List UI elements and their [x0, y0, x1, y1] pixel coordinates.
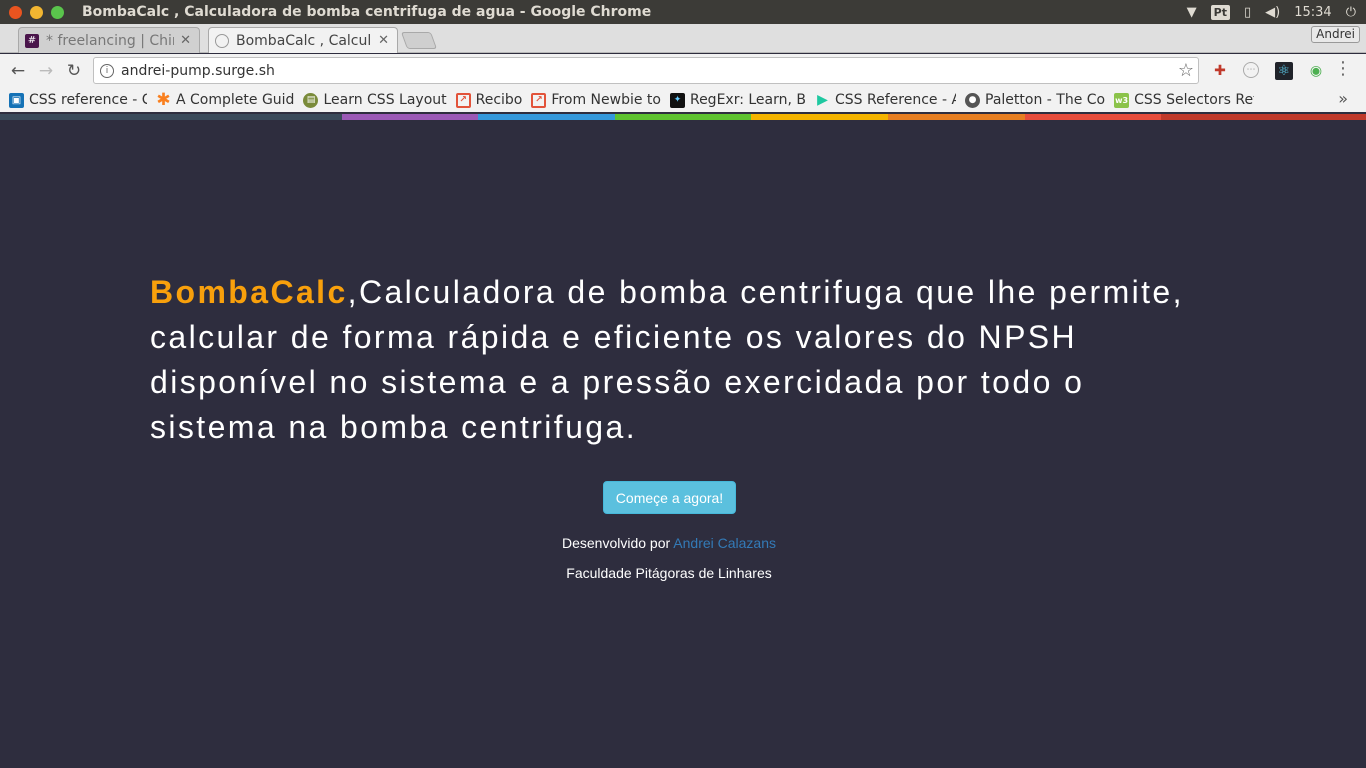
- developer-credit-prefix: Desenvolvido por: [561, 535, 671, 551]
- reload-icon[interactable]: ↻: [63, 60, 85, 82]
- bookmark-item[interactable]: ↗ Recibo: [455, 92, 523, 108]
- layout-icon: ▤: [303, 92, 319, 108]
- close-window-button[interactable]: [9, 5, 22, 19]
- bookmark-item[interactable]: ✦ RegExr: Learn, B: [669, 92, 807, 108]
- volume-icon[interactable]: ◀): [1265, 5, 1280, 20]
- tab-freelancing[interactable]: # * freelancing | Chin ✕: [18, 27, 200, 53]
- paletton-icon: ●: [965, 92, 981, 108]
- bookmark-label: RegExr: Learn, B: [689, 92, 807, 108]
- info-icon[interactable]: i: [100, 63, 114, 78]
- forward-arrow-icon[interactable]: →: [35, 60, 57, 82]
- bookmark-item[interactable]: ▤ Learn CSS Layout: [303, 92, 447, 108]
- globe-icon: [215, 33, 229, 48]
- window-controls: [9, 5, 64, 19]
- bookmarks-overflow-icon[interactable]: »: [1338, 89, 1348, 108]
- profile-button[interactable]: Andrei: [1311, 26, 1360, 43]
- developer-credit: Desenvolvido por Andrei Calazans: [0, 535, 1338, 551]
- react-devtools-icon[interactable]: ⚛: [1275, 62, 1293, 80]
- bookmark-item[interactable]: ● Paletton - The Co: [965, 92, 1105, 108]
- bookmark-label: From Newbie to: [551, 92, 661, 108]
- recibo-icon: ↗: [455, 92, 471, 108]
- hero-text: BombaCalc,Calculadora de bomba centrifug…: [150, 270, 1210, 450]
- extension-colorful-icon[interactable]: ◉: [1307, 62, 1325, 80]
- extension-cross-icon[interactable]: ✚: [1211, 62, 1229, 80]
- bookmark-item[interactable]: ▣ CSS reference - C: [9, 92, 147, 108]
- slack-hash-icon: #: [25, 33, 39, 48]
- url-text[interactable]: andrei-pump.surge.sh: [121, 63, 275, 79]
- bookmark-label: Paletton - The Co: [985, 92, 1106, 108]
- bookmark-label: CSS Reference - A: [835, 92, 957, 108]
- start-now-button[interactable]: Começe a agora!: [603, 481, 736, 514]
- institution-name: Faculdade Pitágoras de Linhares: [566, 565, 772, 581]
- close-tab-icon[interactable]: ✕: [378, 33, 389, 48]
- os-title-bar: BombaCalc , Calculadora de bomba centrif…: [0, 0, 1366, 24]
- bookmark-label: CSS Selectors Ref: [1134, 92, 1255, 108]
- browser-toolbar: ← → ↻ i andrei-pump.surge.sh ☆ ✚ ⋯ ⚛ ◉ ⋮: [0, 54, 1366, 88]
- keyboard-layout-indicator[interactable]: Pt: [1210, 4, 1230, 20]
- bookmarks-bar: ▣ CSS reference - C ✱ A Complete Guid ▤ …: [0, 88, 1366, 112]
- bookmark-star-icon[interactable]: ☆: [1178, 60, 1194, 81]
- bookmark-label: A Complete Guid: [176, 92, 295, 108]
- bookmark-item[interactable]: w3 CSS Selectors Ref: [1114, 92, 1254, 108]
- minimize-window-button[interactable]: [30, 5, 43, 19]
- bookmark-label: Learn CSS Layout: [323, 92, 447, 108]
- new-tab-button[interactable]: [400, 32, 438, 49]
- maximize-window-button[interactable]: [51, 5, 64, 19]
- page-content: BombaCalc,Calculadora de bomba centrifug…: [0, 120, 1366, 768]
- power-icon[interactable]: ⏻: [1346, 5, 1356, 20]
- asterisk-icon: ✱: [156, 92, 171, 108]
- mouse-icon[interactable]: ▯: [1244, 5, 1251, 20]
- tab-title: BombaCalc , Calcul: [236, 32, 372, 49]
- back-arrow-icon[interactable]: ←: [7, 60, 29, 82]
- bookmark-label: CSS reference - C: [29, 92, 147, 108]
- bookmark-item[interactable]: ▶ CSS Reference - A: [815, 92, 956, 108]
- brand-name: BombaCalc: [150, 274, 348, 310]
- bookmark-item[interactable]: ✱ A Complete Guid: [156, 92, 294, 108]
- address-bar[interactable]: i andrei-pump.surge.sh ☆: [93, 57, 1199, 84]
- developer-link[interactable]: Andrei Calazans: [673, 535, 776, 551]
- clock[interactable]: 15:34: [1294, 5, 1331, 20]
- extension-circle-icon[interactable]: ⋯: [1243, 62, 1259, 78]
- bookmark-item[interactable]: ↗ From Newbie to: [531, 92, 661, 108]
- system-tray: ▼ Pt ▯ ◀) 15:34 ⏻: [1187, 0, 1356, 24]
- chrome-menu-icon[interactable]: ⋮: [1334, 60, 1352, 78]
- recibo-icon: ↗: [531, 92, 547, 108]
- close-tab-icon[interactable]: ✕: [180, 33, 191, 48]
- tab-title: * freelancing | Chin: [46, 32, 175, 49]
- window-title: BombaCalc , Calculadora de bomba centrif…: [82, 4, 652, 20]
- css-book-icon: ▣: [9, 92, 24, 108]
- regexr-icon: ✦: [669, 92, 685, 108]
- bookmark-label: Recibo: [475, 92, 523, 108]
- w3-icon: w3: [1114, 92, 1130, 108]
- wifi-icon[interactable]: ▼: [1187, 5, 1197, 20]
- tab-strip: # * freelancing | Chin ✕ BombaCalc , Cal…: [0, 24, 1366, 53]
- tab-bombacalc[interactable]: BombaCalc , Calcul ✕: [208, 27, 398, 53]
- play-icon: ▶: [817, 92, 828, 108]
